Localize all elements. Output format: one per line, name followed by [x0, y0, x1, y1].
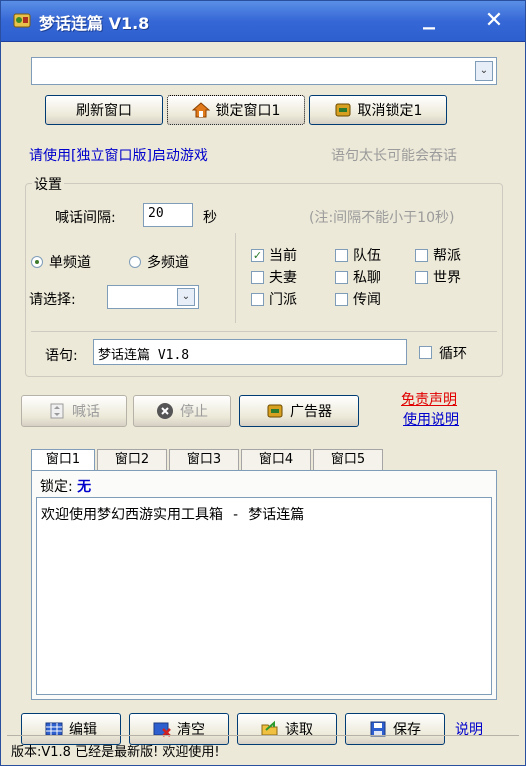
sentence-input[interactable]: 梦话连篇 V1.8 — [93, 339, 407, 365]
refresh-window-button[interactable]: 刷新窗口 — [45, 95, 163, 125]
lock-status-label: 锁定: — [40, 479, 73, 495]
advertiser-icon — [267, 404, 283, 418]
settings-group-label: 设置 — [32, 174, 64, 194]
minimize-button[interactable]: _ — [417, 4, 441, 33]
loop-checkbox[interactable] — [419, 346, 432, 359]
tab-window-1[interactable]: 窗口1 — [31, 449, 95, 472]
channel-sect-label: 门派 — [269, 292, 297, 308]
lock-window-label: 锁定窗口1 — [215, 103, 281, 119]
sentence-label: 语句: — [45, 348, 78, 364]
advertiser-label: 广告器 — [290, 404, 332, 420]
main-panel: ⌄ 刷新窗口 锁定窗口1 取消锁定1 请使用[独立窗口版]启动游戏 语句太长可能… — [17, 49, 511, 759]
settings-separator — [31, 331, 497, 332]
game-window-select[interactable]: ⌄ — [31, 57, 497, 85]
lock-status: 锁定: 无 — [40, 476, 91, 496]
message-area[interactable]: 欢迎使用梦幻西游实用工具箱 - 梦话连篇 — [36, 497, 492, 695]
channel-guild-checkbox[interactable] — [415, 249, 428, 262]
channel-private-checkbox[interactable] — [335, 271, 348, 284]
app-window: 梦话连篇 V1.8 _ ✕ ⌄ 刷新窗口 锁定窗口1 取消锁定1 请使用[独立窗… — [0, 0, 526, 766]
tab-window-2[interactable]: 窗口2 — [97, 449, 167, 471]
unlock-icon — [335, 103, 351, 117]
lock-window-button[interactable]: 锁定窗口1 — [167, 95, 305, 125]
speaker-icon — [50, 403, 64, 419]
channel-spouse-checkbox[interactable] — [251, 271, 264, 284]
channel-world-label: 世界 — [433, 270, 461, 286]
channel-current-checkbox[interactable]: ✓ — [251, 249, 264, 262]
channel-current-label: 当前 — [269, 248, 297, 264]
channel-select[interactable]: ⌄ — [107, 285, 199, 309]
chevron-down-icon[interactable]: ⌄ — [475, 61, 493, 81]
window-title: 梦话连篇 V1.8 — [39, 14, 150, 33]
channel-rumor-checkbox[interactable] — [335, 293, 348, 306]
long-sentence-hint: 语句太长可能会吞话 — [331, 148, 457, 164]
house-icon — [191, 102, 210, 118]
channel-spouse-label: 夫妻 — [269, 270, 297, 286]
tab-window-3[interactable]: 窗口3 — [169, 449, 239, 471]
status-bar: 版本:V1.8 已经是最新版! 欢迎使用! — [7, 735, 519, 761]
tab-window-5[interactable]: 窗口5 — [313, 449, 383, 471]
unlock-window-label: 取消锁定1 — [357, 103, 423, 119]
channel-world-checkbox[interactable] — [415, 271, 428, 284]
stop-label: 停止 — [180, 404, 208, 420]
channel-team-checkbox[interactable] — [335, 249, 348, 262]
interval-unit: 秒 — [203, 210, 217, 226]
channel-guild-label: 帮派 — [433, 248, 461, 264]
tab-panel: 锁定: 无 欢迎使用梦幻西游实用工具箱 - 梦话连篇 — [31, 470, 497, 700]
interval-input[interactable]: 20 — [143, 203, 193, 227]
multi-channel-label: 多频道 — [147, 255, 189, 271]
standalone-hint: 请使用[独立窗口版]启动游戏 — [29, 148, 208, 164]
single-channel-radio[interactable] — [31, 256, 43, 268]
app-logo-icon — [13, 13, 31, 28]
close-button[interactable]: ✕ — [482, 9, 506, 33]
interval-note: (注:间隔不能小于10秒) — [309, 210, 455, 226]
single-channel-label: 单频道 — [49, 255, 91, 271]
stop-button[interactable]: 停止 — [133, 395, 231, 427]
refresh-window-label: 刷新窗口 — [76, 103, 132, 119]
advertiser-button[interactable]: 广告器 — [239, 395, 359, 427]
channel-rumor-label: 传闻 — [353, 292, 381, 308]
shout-label: 喊话 — [72, 404, 100, 420]
instructions-link[interactable]: 使用说明 — [403, 409, 459, 429]
lock-status-value: 无 — [77, 479, 92, 495]
shout-button[interactable]: 喊话 — [21, 395, 127, 427]
channel-separator — [235, 233, 236, 323]
channel-private-label: 私聊 — [353, 270, 381, 286]
interval-label: 喊话间隔: — [55, 210, 116, 226]
tab-window-4[interactable]: 窗口4 — [241, 449, 311, 471]
disclaimer-link[interactable]: 免责声明 — [401, 389, 457, 409]
title-bar[interactable]: 梦话连篇 V1.8 _ ✕ — [1, 1, 525, 42]
stop-icon — [157, 403, 173, 419]
chevron-down-icon[interactable]: ⌄ — [177, 288, 195, 306]
channel-team-label: 队伍 — [353, 248, 381, 264]
multi-channel-radio[interactable] — [129, 256, 141, 268]
select-label: 请选择: — [29, 292, 76, 308]
channel-sect-checkbox[interactable] — [251, 293, 264, 306]
loop-label: 循环 — [439, 346, 467, 362]
unlock-window-button[interactable]: 取消锁定1 — [309, 95, 447, 125]
